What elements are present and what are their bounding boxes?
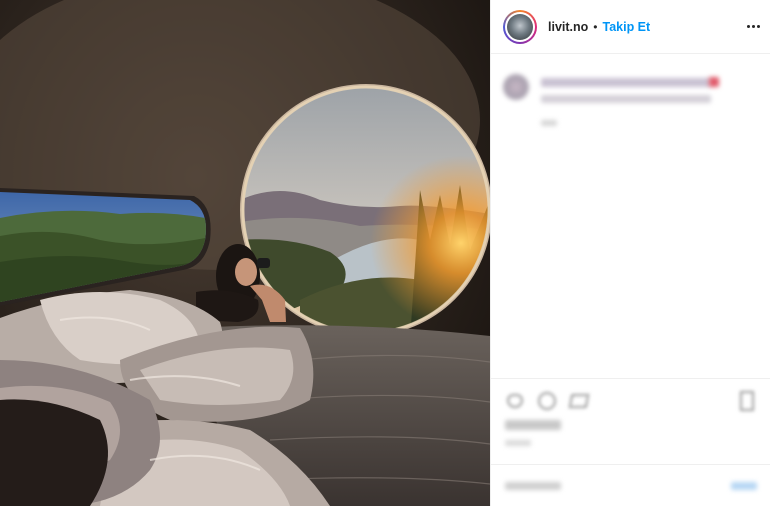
caption-emoji-blurred <box>709 77 719 87</box>
comment-input-blurred[interactable] <box>505 482 561 490</box>
likes-count-blurred <box>505 420 561 430</box>
post-side-panel: livit.no • Takip Et <box>490 0 770 506</box>
actions-divider <box>491 378 770 379</box>
comment-icon[interactable] <box>537 391 557 411</box>
comment-divider <box>491 464 770 465</box>
avatar-image <box>507 13 533 40</box>
caption-line-blurred <box>541 78 711 87</box>
post-header: livit.no • Takip Et <box>491 0 770 54</box>
separator-dot: • <box>593 19 598 34</box>
caption-avatar-blurred <box>503 74 529 100</box>
caption-timestamp-blurred <box>541 120 557 126</box>
instagram-post: livit.no • Takip Et <box>0 0 770 506</box>
bookmark-icon[interactable] <box>737 391 757 411</box>
author-username[interactable]: livit.no <box>548 20 588 34</box>
heart-icon[interactable] <box>505 391 525 411</box>
post-photo-illustration <box>0 0 490 506</box>
avatar-frame <box>505 11 535 42</box>
more-options-icon[interactable] <box>743 16 763 36</box>
post-button-blurred[interactable] <box>731 482 757 490</box>
follow-button[interactable]: Takip Et <box>602 20 650 34</box>
post-photo[interactable] <box>0 0 490 506</box>
post-date-blurred <box>505 440 531 446</box>
share-icon[interactable] <box>568 391 590 411</box>
author-avatar[interactable] <box>503 9 537 44</box>
caption-line-blurred-2 <box>541 95 711 103</box>
